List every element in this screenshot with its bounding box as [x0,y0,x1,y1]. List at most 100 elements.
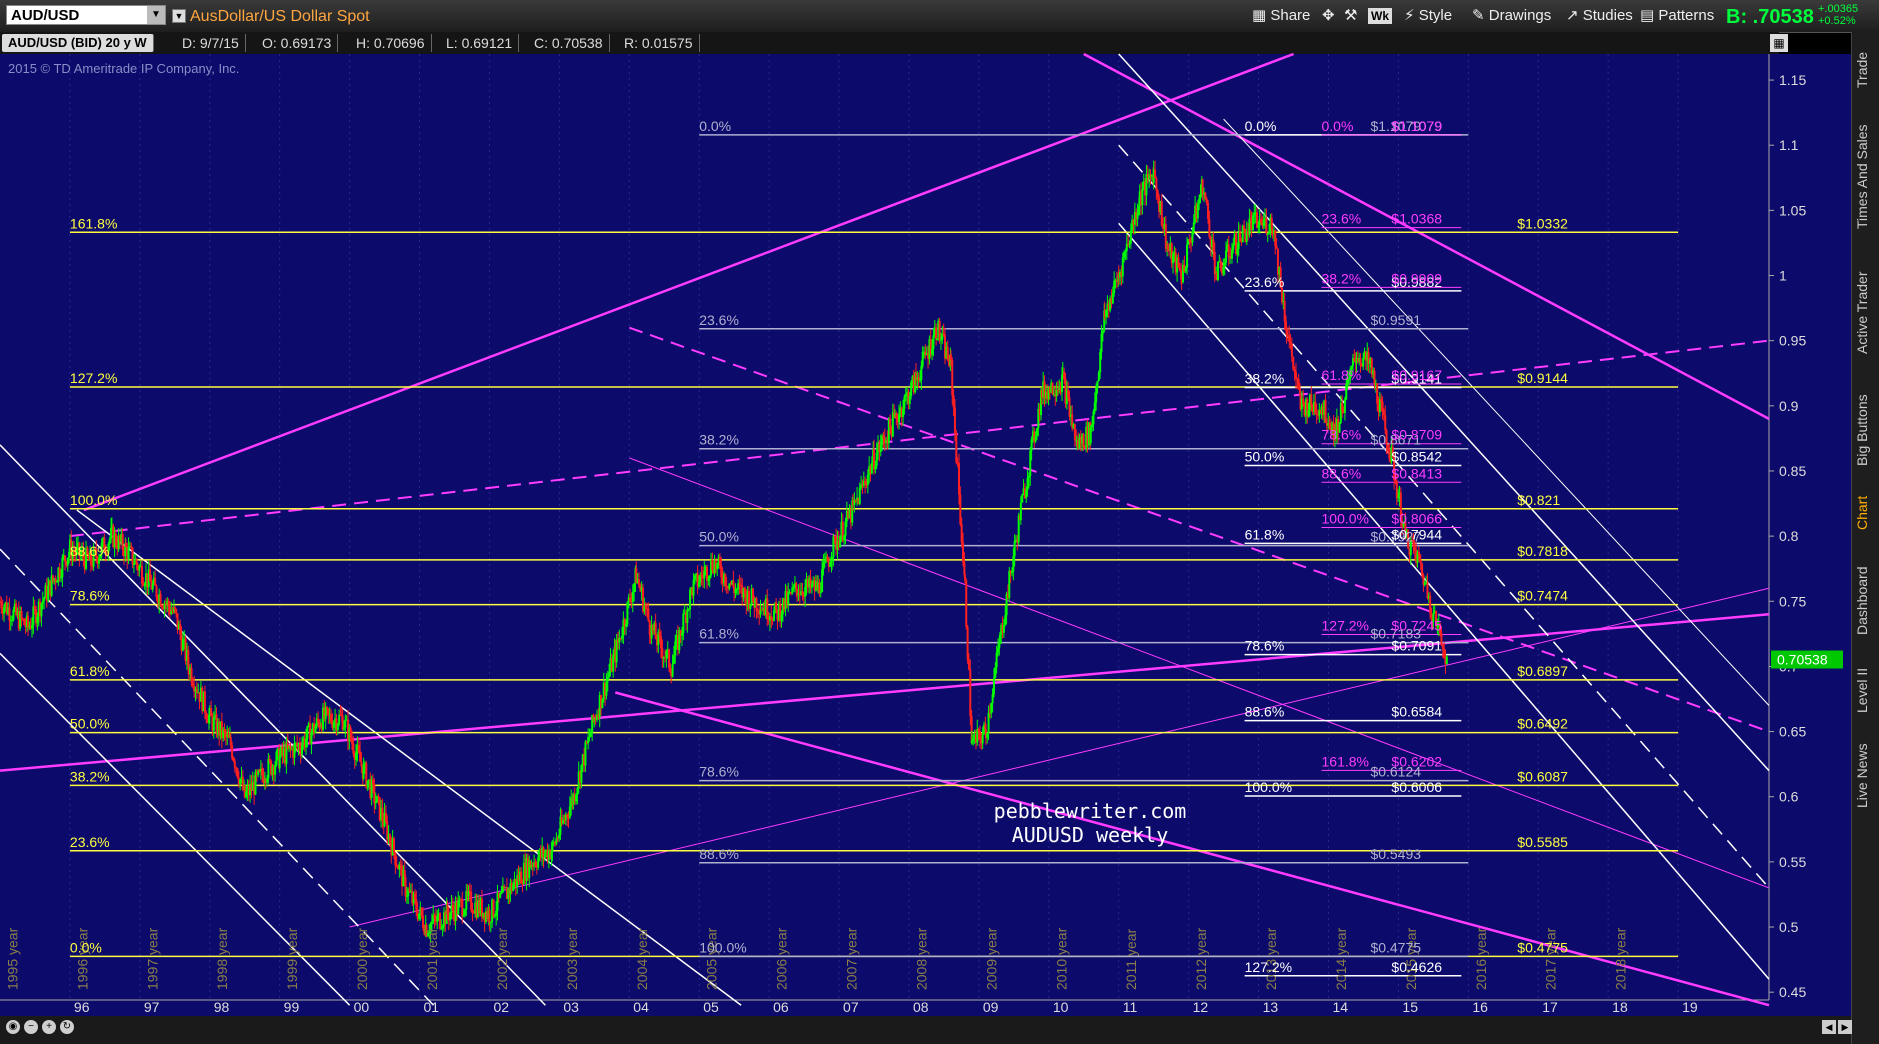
candle-body [462,914,465,917]
candle-body [143,585,146,587]
scroll-right-icon[interactable]: ▶ [1838,1020,1852,1034]
zoom-in-icon[interactable]: + [42,1020,56,1034]
candle-body [359,751,362,762]
year-label: 2014 year [1333,927,1349,990]
candle-body [408,889,411,892]
candle-body [633,583,636,592]
candle-body [801,591,804,595]
tab-live-news[interactable]: Live News [1854,736,1876,816]
y-tick-label: 0.45 [1779,984,1806,1000]
candle-body [306,726,309,739]
candle-body [902,408,905,417]
fib-price-label: $0.8709 [1391,427,1442,443]
year-label: 2010 year [1053,927,1069,990]
year-label: 2004 year [634,927,650,990]
candle-body [159,594,162,607]
candle-body [342,727,345,730]
candle-body [1266,233,1269,235]
candle-body [332,722,335,728]
candle-body [939,339,942,341]
tab-times-and-sales[interactable]: Times And Sales [1854,112,1876,242]
candle-body [58,567,61,578]
candle-body [920,366,923,381]
candle-body [981,734,984,744]
tab-active-trader[interactable]: Active Trader [1854,258,1876,368]
candle-body [231,745,234,758]
x-tick-label: 96 [74,999,90,1015]
candle-body [1343,399,1346,413]
candle-body [671,664,674,677]
fib-price-label: $0.9144 [1517,370,1568,386]
candle-body [1012,556,1015,572]
candle-body [1283,300,1286,322]
scroll-left-icon[interactable]: ◀ [1822,1020,1836,1034]
fib-pct-label: 78.6% [1245,638,1285,654]
tab-level-ii[interactable]: Level II [1854,660,1876,720]
candle-body [1285,330,1288,335]
x-tick-label: 18 [1612,999,1628,1015]
candle-body [831,557,834,562]
candle-body [155,585,158,598]
candle-body [1030,439,1033,451]
candle-body [1172,253,1175,264]
tab-dashboard[interactable]: Dashboard [1854,556,1876,646]
zoom-out-icon[interactable]: − [24,1020,38,1034]
fib-price-label: $0.7245 [1391,618,1442,634]
candle-body [451,905,454,912]
candle-body [689,589,692,610]
candle-body [1010,571,1013,574]
fib-price-label: $0.7818 [1517,543,1568,559]
candle-body [1199,193,1202,199]
candle-body [1192,222,1195,232]
candle-body [1008,570,1011,598]
candle-body [952,395,955,408]
fib-pct-label: 127.2% [70,370,117,386]
candle-body [1205,198,1208,203]
candle-body [1191,231,1194,243]
candle-body [266,778,269,783]
candle-body [261,768,264,776]
x-tick-label: 99 [284,999,300,1015]
zoom-fit-icon[interactable]: ◉ [6,1020,20,1034]
candle-body [668,649,671,668]
candle-body [0,601,3,609]
candle-body [708,575,711,579]
candle-body [341,715,344,730]
year-label: 1995 year [4,927,20,990]
candle-body [349,727,352,740]
y-tick-label: 0.8 [1779,528,1799,544]
tab-big-buttons[interactable]: Big Buttons [1854,380,1876,480]
candle-body [433,915,436,919]
zoom-reset-icon[interactable]: ↻ [60,1020,74,1034]
candle-body [1113,280,1116,294]
candle-body [471,909,474,913]
candle-body [1216,261,1219,280]
candle-body [441,926,444,929]
candle-body [167,600,170,608]
chart-background [0,54,1769,1016]
tab-trade[interactable]: Trade [1854,40,1876,100]
candle-body [606,676,609,682]
candle-body [875,452,878,466]
candle-body [388,834,391,843]
candle-body [1384,415,1387,430]
candle-body [121,534,124,551]
candle-body [1027,476,1030,479]
candle-body [1227,244,1230,258]
fib-pct-label: 88.6% [699,846,739,862]
candle-body [415,899,418,912]
candle-body [658,631,661,637]
candle-body [823,561,826,563]
tab-chart[interactable]: Chart [1854,488,1876,538]
chart-area[interactable]: 96 97 98 99 00 01 02 03 04 05 06 07 08 09 10 11 12 13 14 15… [0,0,1879,1044]
candle-body [601,699,604,708]
candle-body [31,625,34,629]
candle-body [404,877,407,897]
candle-body [149,569,152,582]
candle-body [960,524,963,543]
candle-body [946,346,949,361]
candle-body [195,689,198,693]
candle-body [1222,267,1225,274]
candle-body [1219,260,1222,269]
candle-body [493,915,496,917]
